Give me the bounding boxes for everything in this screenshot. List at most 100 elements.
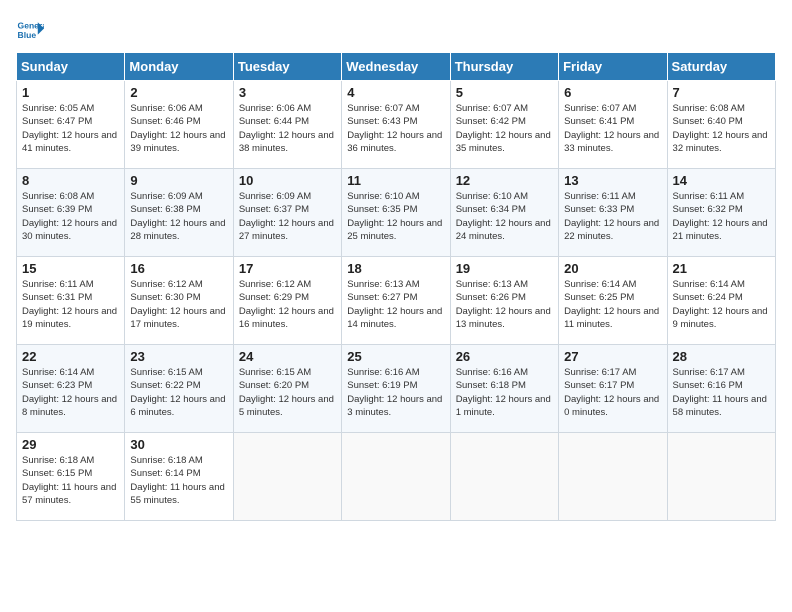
cell-details: Sunrise: 6:07 AM Sunset: 6:41 PM Dayligh… xyxy=(564,102,661,155)
cell-details: Sunrise: 6:18 AM Sunset: 6:15 PM Dayligh… xyxy=(22,454,119,507)
col-saturday: Saturday xyxy=(667,53,775,81)
day-number: 22 xyxy=(22,349,119,364)
day-cell: 19 Sunrise: 6:13 AM Sunset: 6:26 PM Dayl… xyxy=(450,257,558,345)
cell-details: Sunrise: 6:09 AM Sunset: 6:37 PM Dayligh… xyxy=(239,190,336,243)
day-cell: 25 Sunrise: 6:16 AM Sunset: 6:19 PM Dayl… xyxy=(342,345,450,433)
day-cell: 24 Sunrise: 6:15 AM Sunset: 6:20 PM Dayl… xyxy=(233,345,341,433)
empty-cell xyxy=(233,433,341,521)
day-number: 13 xyxy=(564,173,661,188)
day-cell: 22 Sunrise: 6:14 AM Sunset: 6:23 PM Dayl… xyxy=(17,345,125,433)
day-cell: 27 Sunrise: 6:17 AM Sunset: 6:17 PM Dayl… xyxy=(559,345,667,433)
day-cell: 7 Sunrise: 6:08 AM Sunset: 6:40 PM Dayli… xyxy=(667,81,775,169)
cell-details: Sunrise: 6:06 AM Sunset: 6:46 PM Dayligh… xyxy=(130,102,227,155)
day-number: 23 xyxy=(130,349,227,364)
day-cell: 14 Sunrise: 6:11 AM Sunset: 6:32 PM Dayl… xyxy=(667,169,775,257)
cell-details: Sunrise: 6:08 AM Sunset: 6:40 PM Dayligh… xyxy=(673,102,770,155)
day-cell: 8 Sunrise: 6:08 AM Sunset: 6:39 PM Dayli… xyxy=(17,169,125,257)
logo: General Blue xyxy=(16,16,44,44)
day-number: 1 xyxy=(22,85,119,100)
cell-details: Sunrise: 6:18 AM Sunset: 6:14 PM Dayligh… xyxy=(130,454,227,507)
day-number: 3 xyxy=(239,85,336,100)
day-number: 14 xyxy=(673,173,770,188)
day-cell: 9 Sunrise: 6:09 AM Sunset: 6:38 PM Dayli… xyxy=(125,169,233,257)
day-cell: 6 Sunrise: 6:07 AM Sunset: 6:41 PM Dayli… xyxy=(559,81,667,169)
empty-cell xyxy=(559,433,667,521)
day-cell: 28 Sunrise: 6:17 AM Sunset: 6:16 PM Dayl… xyxy=(667,345,775,433)
cell-details: Sunrise: 6:14 AM Sunset: 6:24 PM Dayligh… xyxy=(673,278,770,331)
cell-details: Sunrise: 6:06 AM Sunset: 6:44 PM Dayligh… xyxy=(239,102,336,155)
day-cell: 4 Sunrise: 6:07 AM Sunset: 6:43 PM Dayli… xyxy=(342,81,450,169)
day-number: 12 xyxy=(456,173,553,188)
col-wednesday: Wednesday xyxy=(342,53,450,81)
day-cell: 18 Sunrise: 6:13 AM Sunset: 6:27 PM Dayl… xyxy=(342,257,450,345)
day-cell: 10 Sunrise: 6:09 AM Sunset: 6:37 PM Dayl… xyxy=(233,169,341,257)
cell-details: Sunrise: 6:05 AM Sunset: 6:47 PM Dayligh… xyxy=(22,102,119,155)
day-number: 19 xyxy=(456,261,553,276)
day-cell: 30 Sunrise: 6:18 AM Sunset: 6:14 PM Dayl… xyxy=(125,433,233,521)
cell-details: Sunrise: 6:08 AM Sunset: 6:39 PM Dayligh… xyxy=(22,190,119,243)
cell-details: Sunrise: 6:11 AM Sunset: 6:32 PM Dayligh… xyxy=(673,190,770,243)
day-number: 6 xyxy=(564,85,661,100)
cell-details: Sunrise: 6:12 AM Sunset: 6:29 PM Dayligh… xyxy=(239,278,336,331)
cell-details: Sunrise: 6:07 AM Sunset: 6:42 PM Dayligh… xyxy=(456,102,553,155)
cell-details: Sunrise: 6:17 AM Sunset: 6:17 PM Dayligh… xyxy=(564,366,661,419)
day-number: 29 xyxy=(22,437,119,452)
day-number: 15 xyxy=(22,261,119,276)
day-number: 20 xyxy=(564,261,661,276)
day-number: 21 xyxy=(673,261,770,276)
empty-cell xyxy=(450,433,558,521)
day-cell: 3 Sunrise: 6:06 AM Sunset: 6:44 PM Dayli… xyxy=(233,81,341,169)
cell-details: Sunrise: 6:11 AM Sunset: 6:31 PM Dayligh… xyxy=(22,278,119,331)
cell-details: Sunrise: 6:15 AM Sunset: 6:22 PM Dayligh… xyxy=(130,366,227,419)
cell-details: Sunrise: 6:14 AM Sunset: 6:23 PM Dayligh… xyxy=(22,366,119,419)
day-number: 11 xyxy=(347,173,444,188)
day-number: 16 xyxy=(130,261,227,276)
day-cell: 29 Sunrise: 6:18 AM Sunset: 6:15 PM Dayl… xyxy=(17,433,125,521)
day-cell: 20 Sunrise: 6:14 AM Sunset: 6:25 PM Dayl… xyxy=(559,257,667,345)
day-cell: 5 Sunrise: 6:07 AM Sunset: 6:42 PM Dayli… xyxy=(450,81,558,169)
day-number: 8 xyxy=(22,173,119,188)
day-number: 10 xyxy=(239,173,336,188)
cell-details: Sunrise: 6:15 AM Sunset: 6:20 PM Dayligh… xyxy=(239,366,336,419)
day-number: 18 xyxy=(347,261,444,276)
cell-details: Sunrise: 6:17 AM Sunset: 6:16 PM Dayligh… xyxy=(673,366,770,419)
col-friday: Friday xyxy=(559,53,667,81)
day-cell: 2 Sunrise: 6:06 AM Sunset: 6:46 PM Dayli… xyxy=(125,81,233,169)
day-number: 4 xyxy=(347,85,444,100)
day-number: 5 xyxy=(456,85,553,100)
col-monday: Monday xyxy=(125,53,233,81)
day-cell: 23 Sunrise: 6:15 AM Sunset: 6:22 PM Dayl… xyxy=(125,345,233,433)
day-number: 2 xyxy=(130,85,227,100)
cell-details: Sunrise: 6:16 AM Sunset: 6:18 PM Dayligh… xyxy=(456,366,553,419)
day-number: 7 xyxy=(673,85,770,100)
day-cell: 12 Sunrise: 6:10 AM Sunset: 6:34 PM Dayl… xyxy=(450,169,558,257)
day-number: 28 xyxy=(673,349,770,364)
day-number: 30 xyxy=(130,437,227,452)
cell-details: Sunrise: 6:11 AM Sunset: 6:33 PM Dayligh… xyxy=(564,190,661,243)
cell-details: Sunrise: 6:13 AM Sunset: 6:26 PM Dayligh… xyxy=(456,278,553,331)
col-sunday: Sunday xyxy=(17,53,125,81)
col-thursday: Thursday xyxy=(450,53,558,81)
cell-details: Sunrise: 6:14 AM Sunset: 6:25 PM Dayligh… xyxy=(564,278,661,331)
cell-details: Sunrise: 6:07 AM Sunset: 6:43 PM Dayligh… xyxy=(347,102,444,155)
day-cell: 16 Sunrise: 6:12 AM Sunset: 6:30 PM Dayl… xyxy=(125,257,233,345)
svg-text:Blue: Blue xyxy=(18,30,37,40)
col-tuesday: Tuesday xyxy=(233,53,341,81)
day-number: 24 xyxy=(239,349,336,364)
cell-details: Sunrise: 6:10 AM Sunset: 6:35 PM Dayligh… xyxy=(347,190,444,243)
day-number: 27 xyxy=(564,349,661,364)
calendar-week-row: 15 Sunrise: 6:11 AM Sunset: 6:31 PM Dayl… xyxy=(17,257,776,345)
day-number: 17 xyxy=(239,261,336,276)
empty-cell xyxy=(667,433,775,521)
calendar-week-row: 1 Sunrise: 6:05 AM Sunset: 6:47 PM Dayli… xyxy=(17,81,776,169)
calendar-week-row: 8 Sunrise: 6:08 AM Sunset: 6:39 PM Dayli… xyxy=(17,169,776,257)
logo-icon: General Blue xyxy=(16,16,44,44)
day-cell: 17 Sunrise: 6:12 AM Sunset: 6:29 PM Dayl… xyxy=(233,257,341,345)
calendar-week-row: 29 Sunrise: 6:18 AM Sunset: 6:15 PM Dayl… xyxy=(17,433,776,521)
day-number: 25 xyxy=(347,349,444,364)
day-cell: 13 Sunrise: 6:11 AM Sunset: 6:33 PM Dayl… xyxy=(559,169,667,257)
calendar-header-row: Sunday Monday Tuesday Wednesday Thursday… xyxy=(17,53,776,81)
cell-details: Sunrise: 6:13 AM Sunset: 6:27 PM Dayligh… xyxy=(347,278,444,331)
day-number: 9 xyxy=(130,173,227,188)
page-header: General Blue xyxy=(16,16,776,44)
